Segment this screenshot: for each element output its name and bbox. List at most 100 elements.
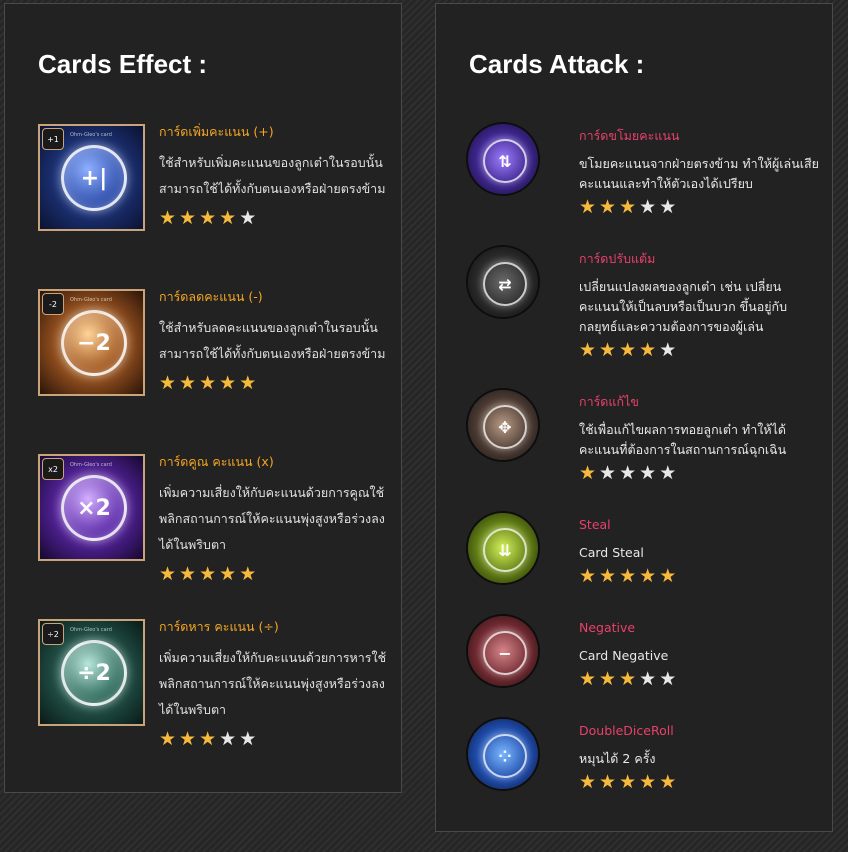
effect-card[interactable]: x2 Ohm-Gleo's card ×2 การ์ดคูณ คะแนน (x) เพิ… [38,454,388,594]
star-filled-icon: ★ [599,339,617,361]
card-symbol-icon: ⇄ [483,262,527,306]
card-symbol-icon: ⇊ [483,528,527,572]
rating-stars: ★ ★ ★ ★ ★ [159,373,389,393]
card-value-badge: -2 [42,293,64,315]
card-description: ใช้สำหรับเพิ่มคะแนนของลูกเต๋าในรอบนั้น ส… [159,155,386,196]
card-name: DoubleDiceRoll [579,723,674,738]
card-image: ÷2 Ohm-Gleo's card ÷2 [38,619,145,726]
star-filled-icon: ★ [579,668,597,690]
star-empty-icon: ★ [659,196,677,218]
star-filled-icon: ★ [159,563,177,585]
card-name: Steal [579,517,611,532]
attack-card-image: ⇅ [468,124,538,194]
star-filled-icon: ★ [579,771,597,793]
rating-stars: ★ ★ ★ ★ ★ [579,197,819,217]
star-filled-icon: ★ [639,771,657,793]
star-filled-icon: ★ [219,563,237,585]
star-filled-icon: ★ [159,728,177,750]
card-caption: Ohm-Gleo's card [70,132,112,138]
star-filled-icon: ★ [619,196,637,218]
card-description: เพิ่มความเสี่ยงให้กับคะแนนด้วยการหารใช้พ… [159,650,387,717]
card-image: +1 Ohm-Gleo's card +| [38,124,145,231]
star-filled-icon: ★ [159,372,177,394]
card-symbol-icon: +| [61,145,127,211]
star-empty-icon: ★ [239,207,257,229]
star-filled-icon: ★ [599,668,617,690]
card-symbol-icon: ×2 [61,475,127,541]
effect-card[interactable]: ÷2 Ohm-Gleo's card ÷2 การ์ดหาร คะแนน (÷) เพิ… [38,619,388,759]
star-filled-icon: ★ [199,207,217,229]
star-empty-icon: ★ [639,462,657,484]
star-filled-icon: ★ [659,771,677,793]
star-filled-icon: ★ [619,668,637,690]
star-filled-icon: ★ [619,771,637,793]
star-empty-icon: ★ [619,462,637,484]
rating-stars: ★ ★ ★ ★ ★ [159,564,389,584]
card-description: Card Steal [579,545,644,560]
card-symbol-icon: ✥ [483,405,527,449]
star-filled-icon: ★ [199,563,217,585]
card-symbol-icon: ⇅ [483,139,527,183]
star-filled-icon: ★ [199,372,217,394]
card-caption: Ohm-Gleo's card [70,627,112,633]
card-name: การ์ดหาร คะแนน (÷) [159,619,279,634]
card-description: ใช้สำหรับลดคะแนนของลูกเต๋าในรอบนั้น สามา… [159,320,386,361]
card-caption: Ohm-Gleo's card [70,297,112,303]
star-filled-icon: ★ [199,728,217,750]
rating-stars: ★ ★ ★ ★ ★ [579,566,819,586]
star-filled-icon: ★ [239,372,257,394]
effect-card[interactable]: +1 Ohm-Gleo's card +| การ์ดเพิ่มคะแนน (+) ใช… [38,124,388,264]
star-filled-icon: ★ [179,207,197,229]
rating-stars: ★ ★ ★ ★ ★ [579,772,819,792]
card-value-badge: ÷2 [42,623,64,645]
card-description: เพิ่มความเสี่ยงให้กับคะแนนด้วยการคูณใช้พ… [159,485,385,552]
star-filled-icon: ★ [179,728,197,750]
card-value-badge: x2 [42,458,64,480]
star-filled-icon: ★ [179,563,197,585]
star-filled-icon: ★ [619,339,637,361]
star-filled-icon: ★ [219,207,237,229]
cards-effect-title: Cards Effect : [38,49,208,79]
star-filled-icon: ★ [599,196,617,218]
star-empty-icon: ★ [219,728,237,750]
rating-stars: ★ ★ ★ ★ ★ [159,729,389,749]
attack-card-image: ✥ [468,390,538,460]
card-name: การ์ดขโมยคะแนน [579,128,680,143]
star-filled-icon: ★ [579,196,597,218]
card-image: x2 Ohm-Gleo's card ×2 [38,454,145,561]
star-filled-icon: ★ [579,339,597,361]
star-filled-icon: ★ [599,771,617,793]
rating-stars: ★ ★ ★ ★ ★ [579,463,819,483]
star-filled-icon: ★ [579,462,597,484]
star-empty-icon: ★ [659,668,677,690]
card-symbol-icon: ⁘ [483,734,527,778]
rating-stars: ★ ★ ★ ★ ★ [579,669,819,689]
star-empty-icon: ★ [599,462,617,484]
star-filled-icon: ★ [639,565,657,587]
star-empty-icon: ★ [659,339,677,361]
card-description: หมุนได้ 2 ครั้ง [579,751,656,766]
card-name: การ์ดแก้ไข [579,394,639,409]
attack-card-image: ⁘ [468,719,538,789]
star-filled-icon: ★ [639,339,657,361]
card-caption: Ohm-Gleo's card [70,462,112,468]
star-empty-icon: ★ [639,196,657,218]
card-name: การ์ดเพิ่มคะแนน (+) [159,124,274,139]
cards-effect-panel: Cards Effect : +1 Ohm-Gleo's card +| การ์ดเ… [4,3,402,793]
card-description: เปลี่ยนแปลงผลของลูกเต๋า เช่น เปลี่ยนคะแน… [579,279,788,334]
star-empty-icon: ★ [639,668,657,690]
star-filled-icon: ★ [619,565,637,587]
card-description: Card Negative [579,648,669,663]
card-description: ใช้เพื่อแก้ไขผลการทอยลูกเต๋า ทำให้ได้คะแ… [579,422,787,457]
attack-card-image: ⇄ [468,247,538,317]
attack-card-image: ⇊ [468,513,538,583]
attack-card-image: − [468,616,538,686]
card-name: Negative [579,620,636,635]
star-empty-icon: ★ [659,462,677,484]
card-name: การ์ดปรับแต้ม [579,251,656,266]
star-filled-icon: ★ [599,565,617,587]
star-filled-icon: ★ [219,372,237,394]
card-image: -2 Ohm-Gleo's card −2 [38,289,145,396]
card-description: ขโมยคะแนนจากฝ่ายตรงข้าม ทำให้ผู้เล่นเสีย… [579,156,819,191]
effect-card[interactable]: -2 Ohm-Gleo's card −2 การ์ดลดคะแนน (-) ใช้สำ… [38,289,388,429]
